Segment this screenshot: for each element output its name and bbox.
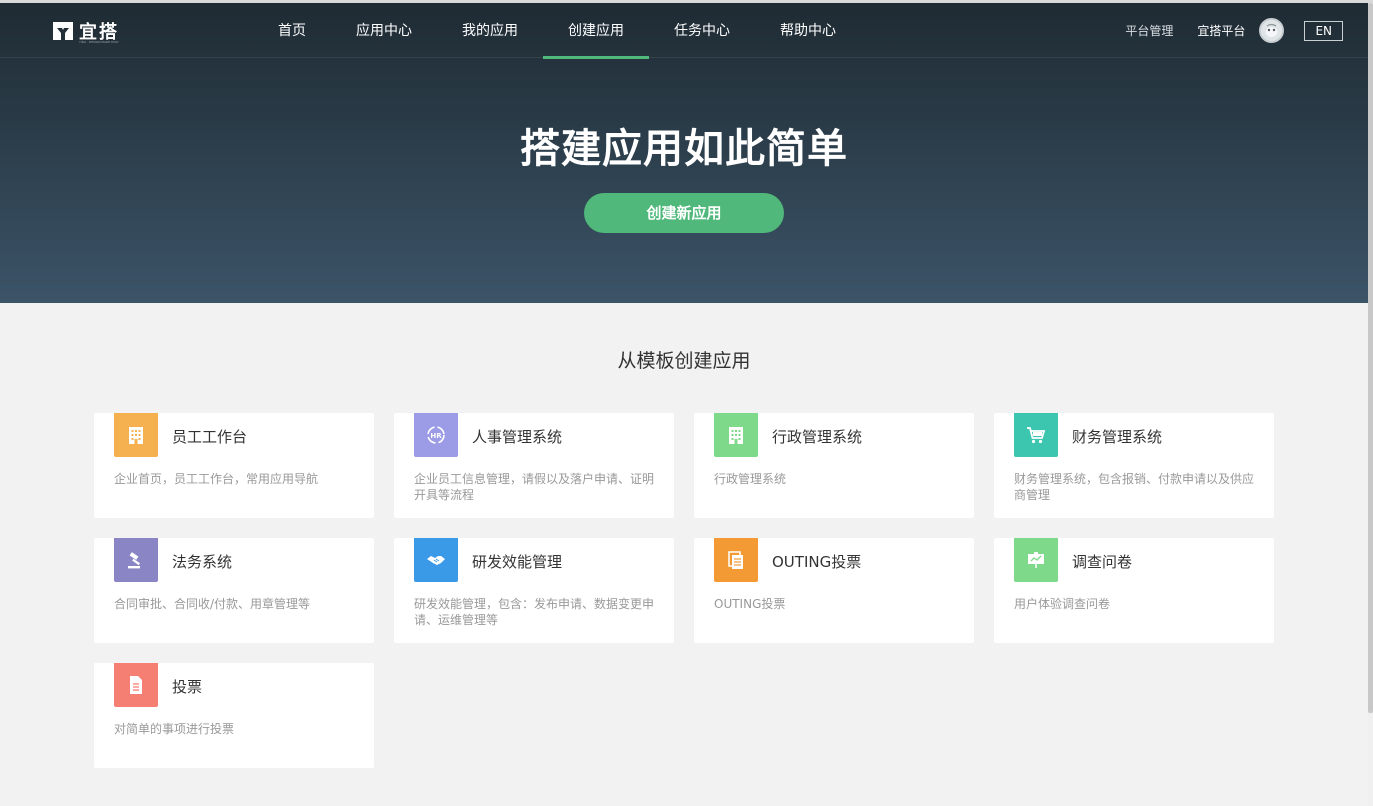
card-description: 用户体验调查问卷 [1014, 597, 1111, 611]
card-title: 员工工作台 [172, 428, 248, 446]
language-toggle-button[interactable]: EN [1304, 20, 1343, 41]
handshake-icon [414, 538, 458, 582]
template-card-hr-system[interactable]: HR 人事管理系统 企业员工信息管理，请假以及落户申请、证明开具等流程 [394, 413, 674, 518]
document-icon [114, 663, 158, 707]
template-card-finance-system[interactable]: 财务管理系统 财务管理系统，包含报销、付款申请以及供应商管理 [994, 413, 1274, 518]
card-description: 合同审批、合同收/付款、用章管理等 [114, 597, 311, 611]
nav-task-center[interactable]: 任务中心 [649, 3, 755, 58]
nav-create-app[interactable]: 创建应用 [543, 3, 649, 59]
svg-text:HR: HR [430, 432, 442, 440]
template-section-title: 从模板创建应用 [617, 350, 751, 372]
template-card-rd-efficiency[interactable]: 研发效能管理 研发效能管理，包含：发布申请、数据变更申请、运维管理等 [394, 538, 674, 643]
card-description: 企业员工信息管理，请假以及落户申请、证明开具等流程 [414, 472, 655, 502]
building-icon [114, 413, 158, 457]
nav-app-center[interactable]: 应用中心 [331, 3, 437, 58]
card-title: 研发效能管理 [472, 553, 563, 571]
cart-icon [1014, 413, 1058, 457]
card-description: 企业首页，员工工作台，常用应用导航 [114, 472, 319, 486]
top-navbar: 宜搭 YIDA · DESIGN MADE EASY 首页 应用中心 我的应用 … [0, 3, 1368, 59]
platform-admin-link[interactable]: 平台管理 [1125, 22, 1173, 39]
card-title: 行政管理系统 [772, 428, 863, 446]
template-card-legal-system[interactable]: 法务系统 合同审批、合同收/付款、用章管理等 [94, 538, 374, 643]
vertical-scrollbar-thumb[interactable] [1368, 3, 1373, 713]
card-title: 投票 [172, 678, 203, 696]
template-card-employee-workbench[interactable]: 员工工作台 企业首页，员工工作台，常用应用导航 [94, 413, 374, 518]
create-new-app-button[interactable]: 创建新应用 [584, 193, 784, 233]
card-description: 研发效能管理，包含：发布申请、数据变更申请、运维管理等 [414, 597, 655, 627]
user-avatar[interactable] [1259, 18, 1285, 43]
card-title: 人事管理系统 [472, 428, 563, 446]
hero-banner: 宜搭 YIDA · DESIGN MADE EASY 首页 应用中心 我的应用 … [0, 3, 1368, 303]
nav-my-apps[interactable]: 我的应用 [437, 3, 543, 58]
card-description: 财务管理系统，包含报销、付款申请以及供应商管理 [1014, 472, 1255, 502]
hr-icon: HR [414, 413, 458, 457]
card-title: OUTING投票 [772, 553, 862, 571]
brand-tagline: YIDA · DESIGN MADE EASY [79, 40, 119, 44]
template-card-outing-vote[interactable]: OUTING投票 OUTING投票 [694, 538, 974, 643]
nav-help-center[interactable]: 帮助中心 [755, 3, 861, 58]
card-title: 法务系统 [172, 553, 233, 571]
brand-logo[interactable]: 宜搭 YIDA · DESIGN MADE EASY [52, 19, 119, 44]
nav-home[interactable]: 首页 [253, 3, 331, 58]
platform-switcher[interactable]: 宜搭平台 [1197, 22, 1245, 39]
template-card-vote[interactable]: 投票 对简单的事项进行投票 [94, 663, 374, 768]
card-title: 财务管理系统 [1072, 428, 1163, 446]
nav-utilities: 平台管理 宜搭平台 EN [1125, 3, 1343, 58]
presentation-icon [1014, 538, 1058, 582]
template-card-admin-system[interactable]: 行政管理系统 行政管理系统 [694, 413, 974, 518]
main-nav: 首页 应用中心 我的应用 创建应用 任务中心 帮助中心 [253, 3, 861, 59]
gavel-icon [114, 538, 158, 582]
template-card-survey[interactable]: 调查问卷 用户体验调查问卷 [994, 538, 1274, 643]
card-description: 对简单的事项进行投票 [114, 722, 235, 736]
card-description: OUTING投票 [714, 597, 786, 611]
building-icon [714, 413, 758, 457]
card-title: 调查问卷 [1072, 553, 1133, 571]
card-description: 行政管理系统 [714, 472, 787, 486]
logo-icon [52, 20, 74, 42]
documents-icon [714, 538, 758, 582]
hero-title: 搭建应用如此简单 [520, 126, 848, 172]
